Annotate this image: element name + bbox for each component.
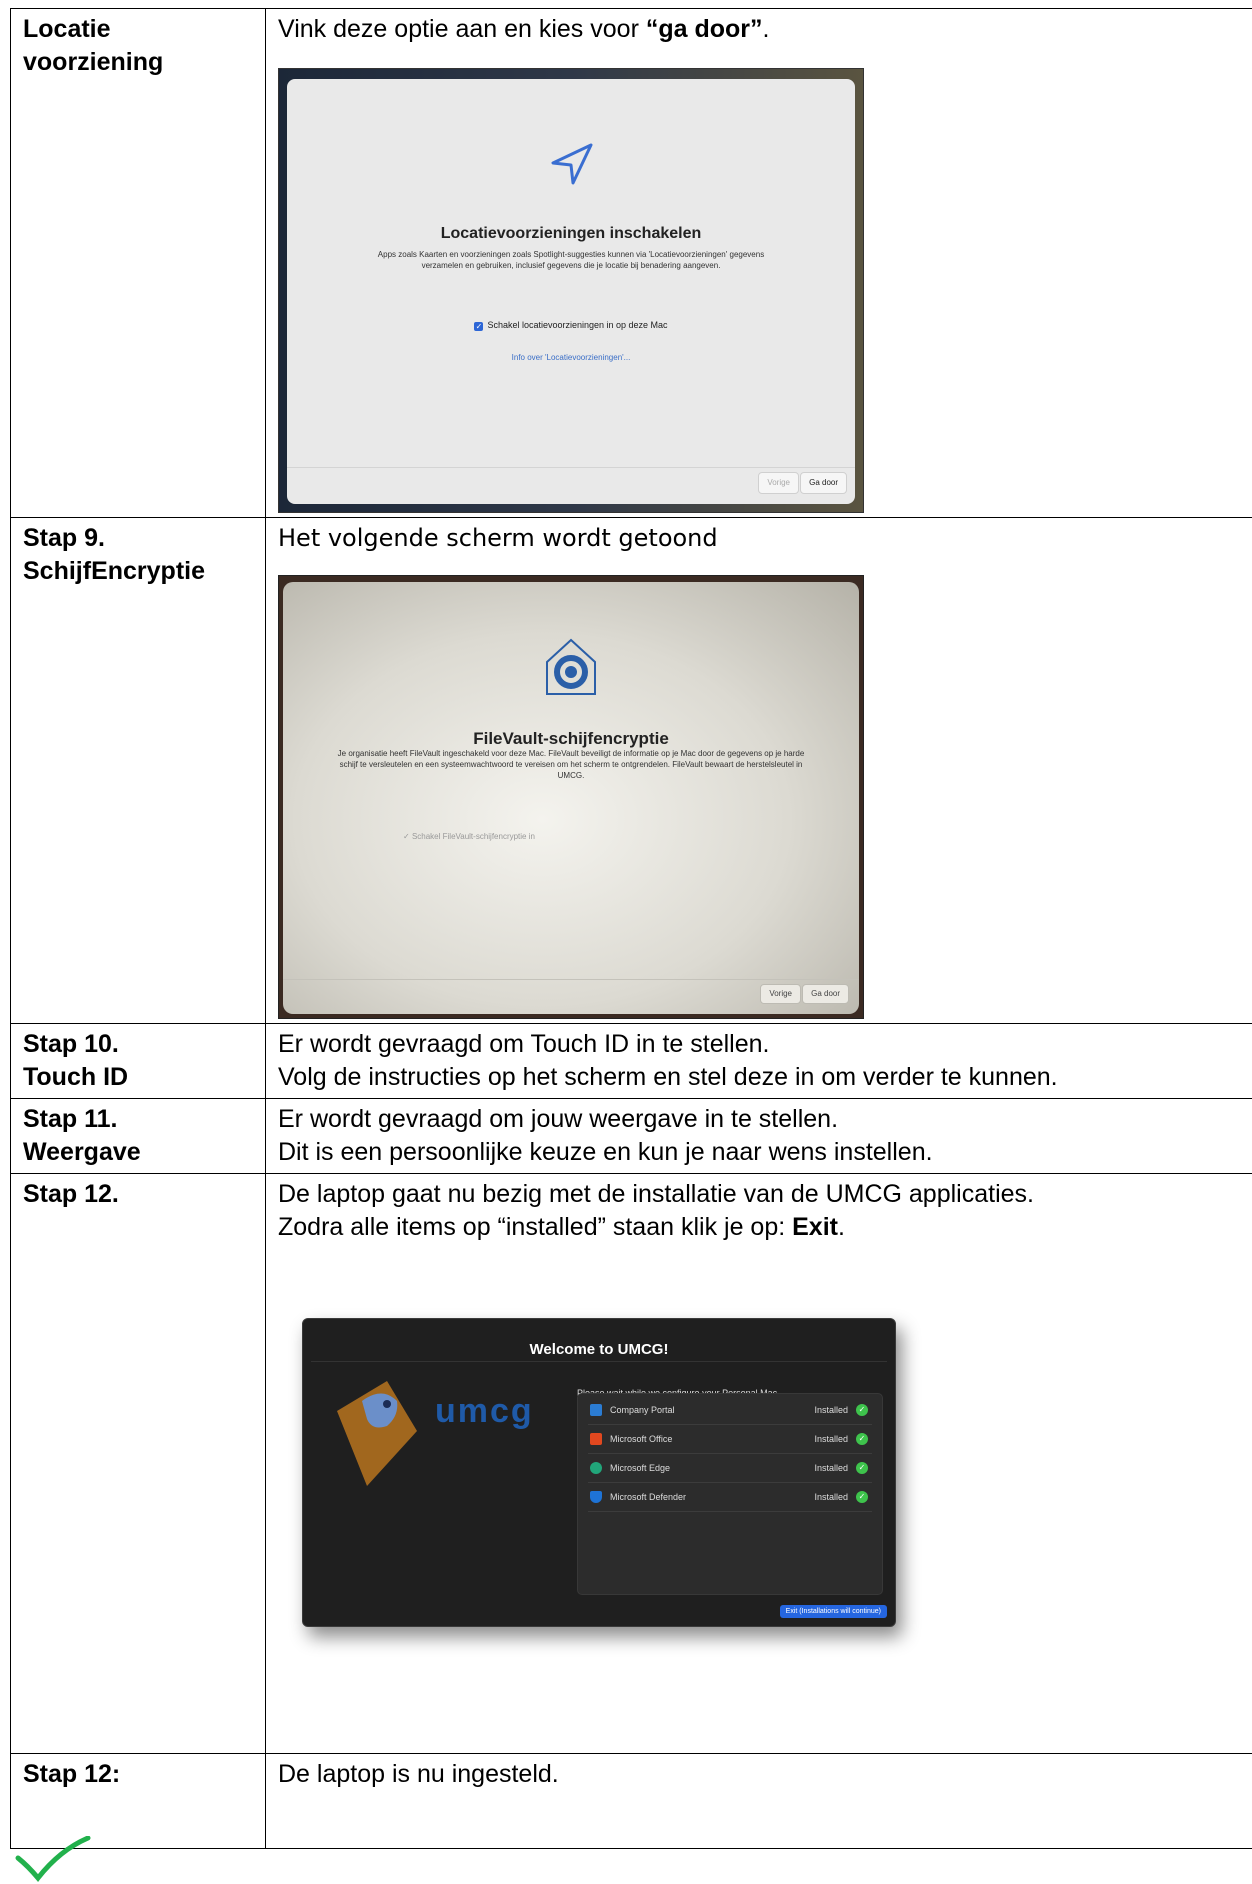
row-weergave: Stap 11. Weergave Er wordt gevraagd om j… bbox=[10, 1098, 1252, 1174]
footer-divider bbox=[283, 979, 859, 980]
list-item: Microsoft Defender Installed ✓ bbox=[588, 1483, 872, 1512]
row-label: Stap 12. bbox=[10, 1173, 266, 1754]
filevault-checkbox[interactable]: ✓ Schakel FileVault-schijfencryptie in bbox=[403, 820, 535, 853]
continue-button[interactable]: Ga door bbox=[800, 472, 847, 494]
location-checkbox[interactable]: ✓ Schakel locatievoorzieningen in op deze… bbox=[287, 309, 855, 342]
filevault-house-icon bbox=[546, 638, 596, 695]
row-content: De laptop is nu ingesteld. bbox=[265, 1753, 1252, 1849]
instruction-table: Locatie voorziening Vink deze optie aan … bbox=[10, 8, 1252, 1849]
office-icon bbox=[590, 1433, 602, 1445]
text-part: Vink deze optie aan en kies voor bbox=[278, 15, 646, 43]
label-line: Stap 11. bbox=[23, 1105, 118, 1133]
row-content: Vink deze optie aan en kies voor “ga doo… bbox=[265, 8, 1252, 518]
app-status: Installed bbox=[814, 1434, 848, 1444]
edge-icon bbox=[590, 1462, 602, 1474]
label-line: SchijfEncryptie bbox=[23, 557, 205, 585]
umcg-logo-icon bbox=[337, 1381, 417, 1486]
instruction-text: Er wordt gevraagd om jouw weergave in te… bbox=[278, 1105, 839, 1133]
label-line: Touch ID bbox=[23, 1063, 129, 1091]
location-title: Locatievoorzieningen inschakelen bbox=[440, 225, 702, 242]
back-button[interactable]: Vorige bbox=[758, 472, 799, 494]
row-content: Er wordt gevraagd om Touch ID in te stel… bbox=[265, 1023, 1252, 1099]
text-part: . bbox=[762, 15, 770, 43]
row-label: Stap 12: bbox=[10, 1753, 266, 1849]
defender-shield-icon bbox=[590, 1491, 602, 1503]
back-button[interactable]: Vorige bbox=[760, 984, 801, 1004]
row-done: Stap 12: De laptop is nu ingesteld. bbox=[10, 1753, 1252, 1849]
location-dialog: Locatievoorzieningen inschakelen Apps zo… bbox=[287, 79, 855, 504]
app-name: Microsoft Edge bbox=[610, 1463, 671, 1473]
app-name: Company Portal bbox=[610, 1405, 675, 1415]
screenshot-umcg-welcome: Welcome to UMCG! umcg Please wait while … bbox=[302, 1318, 896, 1627]
instruction-text: Dit is een persoonlijke keuze en kun je … bbox=[278, 1138, 933, 1166]
company-portal-icon bbox=[590, 1404, 602, 1416]
label-line: Stap 12. bbox=[23, 1180, 119, 1208]
text-part: Zodra alle items op “installed” staan kl… bbox=[278, 1213, 793, 1241]
row-filevault: Stap 9. SchijfEncryptie Het volgende sch… bbox=[10, 517, 1252, 1024]
filevault-dialog: FileVault-schijfencryptie Je organisatie… bbox=[283, 582, 859, 1014]
umcg-logo-text: umcg bbox=[435, 1392, 534, 1430]
row-touch-id: Stap 10. Touch ID Er wordt gevraagd om T… bbox=[10, 1023, 1252, 1099]
list-item: Company Portal Installed ✓ bbox=[588, 1396, 872, 1425]
list-item: Microsoft Office Installed ✓ bbox=[588, 1425, 872, 1454]
row-label: Stap 10. Touch ID bbox=[10, 1023, 266, 1099]
installed-check-icon: ✓ bbox=[856, 1491, 868, 1503]
app-status: Installed bbox=[814, 1405, 848, 1415]
checkbox-checked-icon: ✓ bbox=[474, 322, 484, 331]
screenshot-filevault: FileVault-schijfencryptie Je organisatie… bbox=[278, 575, 864, 1019]
filevault-description: Je organisatie heeft FileVault ingeschak… bbox=[337, 749, 805, 780]
label-line: Stap 9. bbox=[23, 524, 105, 552]
installed-check-icon: ✓ bbox=[856, 1462, 868, 1474]
location-arrow-icon bbox=[551, 143, 593, 185]
checkbox-label: Schakel locatievoorzieningen in op deze … bbox=[487, 320, 668, 330]
instruction-text: Het volgende scherm wordt getoond bbox=[278, 524, 718, 552]
exit-button[interactable]: Exit (Installations will continue) bbox=[779, 1605, 887, 1618]
instruction-text: Zodra alle items op “installed” staan kl… bbox=[278, 1211, 1252, 1244]
row-installation: Stap 12. De laptop gaat nu bezig met de … bbox=[10, 1173, 1252, 1754]
label-line: Stap 10. bbox=[23, 1030, 119, 1058]
installed-check-icon: ✓ bbox=[856, 1433, 868, 1445]
checkbox-label: Schakel FileVault-schijfencryptie in bbox=[411, 832, 535, 841]
instruction-text: Er wordt gevraagd om Touch ID in te stel… bbox=[278, 1030, 770, 1058]
label-line: Locatie bbox=[23, 15, 111, 43]
label-line: Stap 12: bbox=[23, 1760, 121, 1788]
location-info-link[interactable]: Info over 'Locatievoorzieningen'... bbox=[287, 341, 855, 374]
instruction-text: De laptop is nu ingesteld. bbox=[278, 1760, 559, 1788]
row-content: Het volgende scherm wordt getoond FileVa… bbox=[265, 517, 1252, 1024]
app-name: Microsoft Office bbox=[610, 1434, 673, 1444]
row-content: De laptop gaat nu bezig met de installat… bbox=[265, 1173, 1252, 1754]
install-list: Company Portal Installed ✓ Microsoft Off… bbox=[577, 1393, 883, 1595]
row-label: Stap 9. SchijfEncryptie bbox=[10, 517, 266, 1024]
row-label: Locatie voorziening bbox=[10, 8, 266, 518]
instruction-text: De laptop gaat nu bezig met de installat… bbox=[278, 1180, 1034, 1208]
row-label: Stap 11. Weergave bbox=[10, 1098, 266, 1174]
installed-check-icon: ✓ bbox=[856, 1404, 868, 1416]
row-content: Er wordt gevraagd om jouw weergave in te… bbox=[265, 1098, 1252, 1174]
title-divider bbox=[311, 1361, 887, 1362]
row-location: Locatie voorziening Vink deze optie aan … bbox=[10, 8, 1252, 518]
instruction-text: Vink deze optie aan en kies voor “ga doo… bbox=[278, 13, 1252, 46]
list-item: Microsoft Edge Installed ✓ bbox=[588, 1454, 872, 1483]
text-bold: Exit bbox=[792, 1213, 838, 1241]
instruction-text: Volg de instructies op het scherm en ste… bbox=[278, 1063, 1058, 1091]
continue-button[interactable]: Ga door bbox=[802, 984, 849, 1004]
location-description: Apps zoals Kaarten en voorzieningen zoal… bbox=[377, 250, 765, 270]
screenshot-location: Locatievoorzieningen inschakelen Apps zo… bbox=[278, 68, 864, 513]
app-status: Installed bbox=[814, 1463, 848, 1473]
text-bold: “ga door” bbox=[645, 15, 763, 43]
text-part: . bbox=[837, 1213, 845, 1241]
app-status: Installed bbox=[814, 1492, 848, 1502]
label-line: voorziening bbox=[23, 48, 164, 76]
label-line: Weergave bbox=[23, 1138, 141, 1166]
app-name: Microsoft Defender bbox=[610, 1492, 687, 1502]
checkmark-icon bbox=[15, 1836, 91, 1882]
footer-divider bbox=[287, 467, 855, 468]
